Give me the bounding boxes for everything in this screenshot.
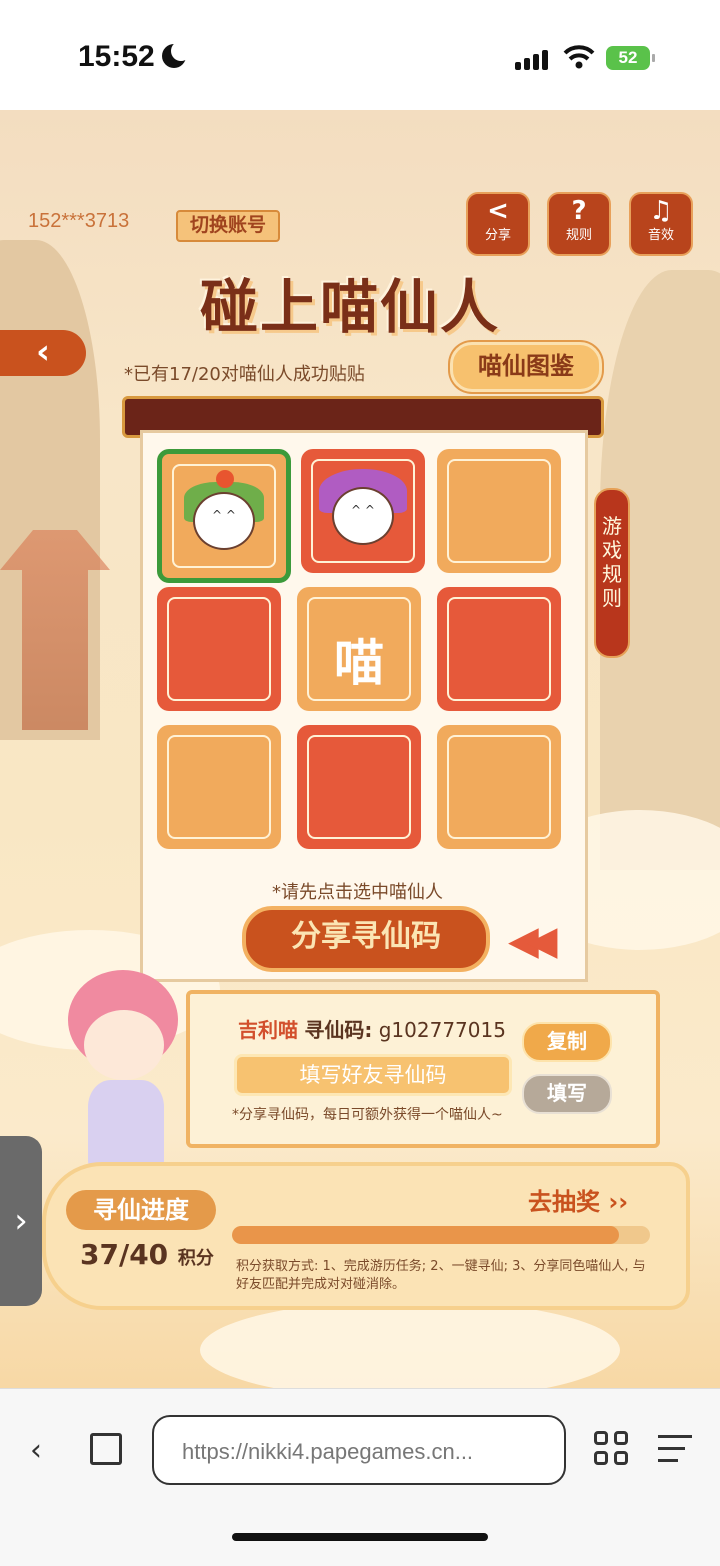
fruit-icon [216, 470, 234, 488]
double-arrow-left-icon: ◀◀ [508, 918, 557, 964]
menu-icon[interactable] [658, 1435, 692, 1471]
sound-label: 音效 [647, 228, 674, 243]
chevron-right-icon: › [14, 1201, 28, 1241]
sound-button[interactable]: ♫ 音效 [629, 192, 693, 256]
fill-button[interactable]: 填写 [522, 1074, 612, 1114]
card-center[interactable]: 喵 [297, 587, 421, 711]
moon-icon [162, 41, 191, 68]
browser-toolbar: ‹ https://nikki4.papegames.cn... [0, 1388, 720, 1566]
progress-badge: 寻仙进度 [66, 1190, 216, 1230]
tabs-icon[interactable] [90, 1433, 122, 1465]
signal-icon [515, 50, 551, 70]
question-icon: ? [571, 196, 587, 226]
draw-lottery-link[interactable]: 去抽奖 ›› [528, 1182, 628, 1217]
apps-grid-icon[interactable] [594, 1431, 630, 1467]
game-rules-side-button[interactable]: 游戏规则 [594, 488, 630, 658]
cloud [200, 1300, 620, 1388]
wifi-icon [563, 45, 595, 69]
card-cat-green[interactable] [157, 449, 291, 583]
code-panel: 吉利喵 寻仙码: g102777015 复制 填写好友寻仙码 填写 *分享寻仙码… [186, 990, 660, 1148]
card-hidden[interactable] [437, 587, 561, 711]
cat-mascot-icon [332, 486, 394, 545]
score-unit: 积分 [177, 1248, 214, 1269]
share-code-button[interactable]: 分享寻仙码 [242, 906, 490, 972]
card-hidden[interactable] [297, 725, 421, 849]
character-illustration [38, 930, 188, 1200]
url-bar[interactable]: https://nikki4.papegames.cn... [152, 1415, 566, 1485]
side-drawer-tab[interactable]: › [0, 1136, 42, 1306]
share-label: 分享 [484, 228, 511, 243]
rules-button[interactable]: ? 规则 [547, 192, 611, 256]
back-arrow-icon[interactable]: ‹ [30, 1433, 42, 1468]
friend-code-input[interactable]: 填写好友寻仙码 [234, 1054, 512, 1096]
share-icon: < [487, 196, 509, 226]
copy-button[interactable]: 复制 [522, 1022, 612, 1062]
select-tip: *请先点击选中喵仙人 [272, 882, 443, 903]
score-total: 40 [129, 1238, 169, 1271]
battery-icon: 52 [606, 46, 655, 70]
rules-label: 规则 [565, 228, 592, 243]
card-cat-purple[interactable] [301, 449, 425, 573]
progress-score: 37/40 积分 [80, 1238, 214, 1271]
switch-account-button[interactable]: 切换账号 [176, 210, 280, 242]
card-empty[interactable] [437, 725, 561, 849]
code-value: g102777015 [378, 1018, 506, 1042]
progress-bar-fill [232, 1226, 619, 1244]
share-button[interactable]: < 分享 [466, 192, 530, 256]
card-empty[interactable] [157, 725, 281, 849]
back-button[interactable]: ‹ [0, 330, 86, 376]
account-id: 152***3713 [28, 210, 130, 232]
card-hidden[interactable] [157, 587, 281, 711]
status-bar: 15:52 52 [0, 0, 720, 110]
cat-mascot-icon [193, 491, 255, 550]
code-label: 寻仙码: [304, 1018, 373, 1042]
cat-name: 吉利喵 [238, 1018, 298, 1042]
status-time: 15:52 [78, 40, 155, 73]
points-rule-note: 积分获取方式: 1、完成游历任务; 2、一键寻仙; 3、分享同色喵仙人, 与好友… [236, 1259, 646, 1292]
chevron-left-icon: ‹ [35, 332, 50, 372]
progress-bar [232, 1226, 650, 1244]
meow-text: 喵 [334, 634, 384, 692]
page-title: 碰上喵仙人 [200, 273, 501, 341]
game-page: 152***3713 切换账号 < 分享 ? 规则 ♫ 音效 碰上喵仙人 ‹ *… [0, 110, 720, 1388]
card-empty[interactable] [437, 449, 561, 573]
code-line: 吉利喵 寻仙码: g102777015 [238, 1014, 506, 1043]
score-current: 37 [80, 1238, 119, 1271]
pair-progress-note: *已有17/20对喵仙人成功贴贴 [124, 364, 365, 385]
music-note-icon: ♫ [649, 196, 673, 226]
code-note: *分享寻仙码，每日可额外获得一个喵仙人~ [232, 1107, 503, 1123]
dex-button[interactable]: 喵仙图鉴 [450, 342, 602, 392]
home-indicator [232, 1533, 488, 1541]
progress-panel: 寻仙进度 37/40 积分 去抽奖 ›› 积分获取方式: 1、完成游历任务; 2… [42, 1162, 690, 1310]
